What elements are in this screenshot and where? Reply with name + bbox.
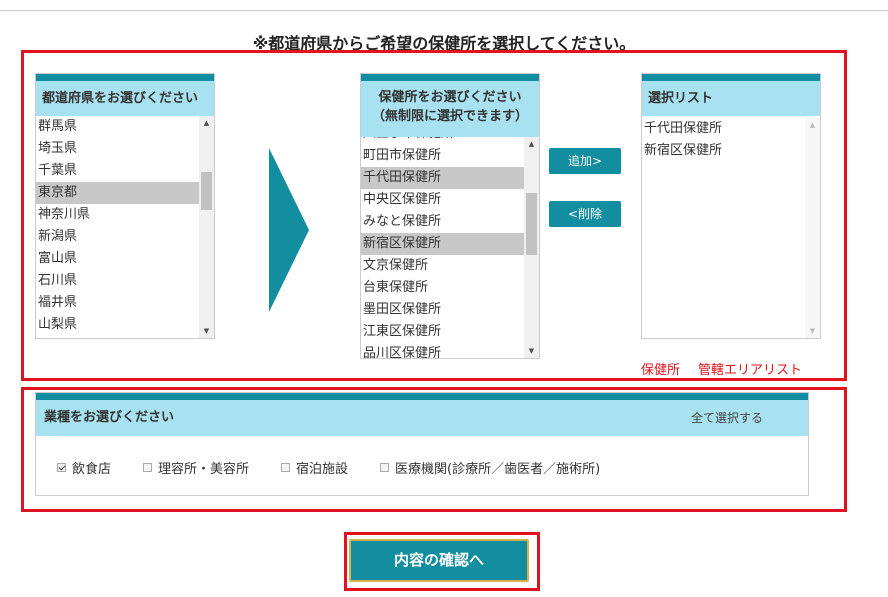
list-item[interactable]: 東京都 <box>36 182 199 204</box>
option-label: 飲食店 <box>72 462 112 477</box>
business-panel-title: 業種をお選びください <box>44 410 175 425</box>
list-item[interactable]: 中央区保健所 <box>361 189 524 211</box>
remove-button[interactable]: <削除 <box>549 201 621 227</box>
office-panel-header: 保健所をお選びください （無制限に選択できます） <box>361 74 539 137</box>
scroll-down-icon[interactable]: ▼ <box>524 344 539 358</box>
prefecture-panel-header: 都道府県をお選びください <box>36 74 214 116</box>
prefecture-panel: 都道府県をお選びください 群馬県 埼玉県 千葉県 東京都 神奈川県 新潟県 富山県 石川県 福井… <box>35 73 215 339</box>
scroll-thumb[interactable] <box>201 172 212 210</box>
option-label: 理容所・美容所 <box>158 462 250 477</box>
checkbox-restaurant[interactable] <box>57 463 66 472</box>
list-item[interactable]: 八王子市保健所 <box>361 137 524 145</box>
option-label: 医療機関(診療所／歯医者／施術所) <box>395 462 601 477</box>
business-option-barber[interactable]: 理容所・美容所 <box>143 458 249 477</box>
business-options: 飲食店 理容所・美容所 宿泊施設 医療機関(診療所／歯医者／施術所) <box>57 458 632 477</box>
jurisdiction-list-link[interactable]: 管轄エリアリスト <box>698 359 802 378</box>
list-item[interactable]: みなと保健所 <box>361 211 524 233</box>
list-item[interactable]: 富山県 <box>36 248 199 270</box>
list-item[interactable]: 新潟県 <box>36 226 199 248</box>
selected-list-header: 選択リスト <box>642 74 820 116</box>
list-item[interactable]: 千葉県 <box>36 160 199 182</box>
list-item[interactable]: 台東保健所 <box>361 277 524 299</box>
list-item[interactable]: 墨田区保健所 <box>361 299 524 321</box>
scroll-up-icon[interactable]: ▲ <box>805 118 820 132</box>
list-item[interactable]: 群馬県 <box>36 116 199 138</box>
selected-list-panel: 選択リスト 千代田保健所 新宿区保健所 ▲ ▼ <box>641 73 821 339</box>
checkbox-medical[interactable] <box>380 463 390 472</box>
list-item[interactable]: 福井県 <box>36 292 199 314</box>
business-option-restaurant[interactable]: 飲食店 <box>57 458 111 477</box>
select-all-link[interactable]: 全て選択する <box>691 400 763 436</box>
prefecture-list[interactable]: 群馬県 埼玉県 千葉県 東京都 神奈川県 新潟県 富山県 石川県 福井県 山梨県 <box>36 116 199 338</box>
checkbox-lodging[interactable] <box>281 463 291 472</box>
flow-arrow-icon <box>269 148 309 312</box>
list-item[interactable]: 新宿区保健所 <box>361 233 524 255</box>
list-item[interactable]: 千代田保健所 <box>361 167 524 189</box>
list-item[interactable]: 山梨県 <box>36 314 199 336</box>
scroll-up-icon[interactable]: ▲ <box>199 116 214 130</box>
list-item[interactable]: 町田市保健所 <box>361 145 524 167</box>
office-link[interactable]: 保健所 <box>641 359 680 378</box>
business-panel: 業種をお選びください 全て選択する <box>35 392 809 496</box>
scroll-down-icon[interactable]: ▼ <box>805 324 820 338</box>
office-panel-header-line2: （無制限に選択できます） <box>371 109 528 124</box>
business-panel-header: 業種をお選びください 全て選択する <box>36 393 808 436</box>
add-button[interactable]: 追加> <box>549 148 621 174</box>
checkbox-barber[interactable] <box>143 463 153 472</box>
prefecture-scrollbar[interactable]: ▲ ▼ <box>199 116 214 338</box>
list-item[interactable]: 石川県 <box>36 270 199 292</box>
office-scrollbar[interactable]: ▲ ▼ <box>524 137 539 358</box>
list-item[interactable]: 江東区保健所 <box>361 321 524 343</box>
selected-list-scrollbar[interactable]: ▲ ▼ <box>805 118 820 338</box>
list-item[interactable]: 神奈川県 <box>36 204 199 226</box>
list-item[interactable]: 文京保健所 <box>361 255 524 277</box>
confirm-button[interactable]: 内容の確認へ <box>349 539 529 582</box>
option-label: 宿泊施設 <box>296 462 349 477</box>
office-panel-header-line1: 保健所をお選びください <box>378 90 522 105</box>
list-item[interactable]: 品川区保健所 <box>361 343 524 358</box>
office-list[interactable]: 八王子市保健所町田市保健所千代田保健所中央区保健所みなと保健所新宿区保健所文京保… <box>361 137 524 358</box>
selected-list[interactable]: 千代田保健所 新宿区保健所 <box>642 118 805 338</box>
selected-list-item[interactable]: 千代田保健所 <box>642 118 805 140</box>
business-option-lodging[interactable]: 宿泊施設 <box>281 458 348 477</box>
list-item[interactable]: 埼玉県 <box>36 138 199 160</box>
top-divider <box>0 10 888 11</box>
selected-list-item[interactable]: 新宿区保健所 <box>642 140 805 162</box>
scroll-thumb[interactable] <box>526 193 537 255</box>
office-panel: 保健所をお選びください （無制限に選択できます） 八王子市保健所町田市保健所千代… <box>360 73 540 359</box>
business-option-medical[interactable]: 医療機関(診療所／歯医者／施術所) <box>380 458 600 477</box>
scroll-up-icon[interactable]: ▲ <box>524 137 539 151</box>
scroll-down-icon[interactable]: ▼ <box>199 324 214 338</box>
